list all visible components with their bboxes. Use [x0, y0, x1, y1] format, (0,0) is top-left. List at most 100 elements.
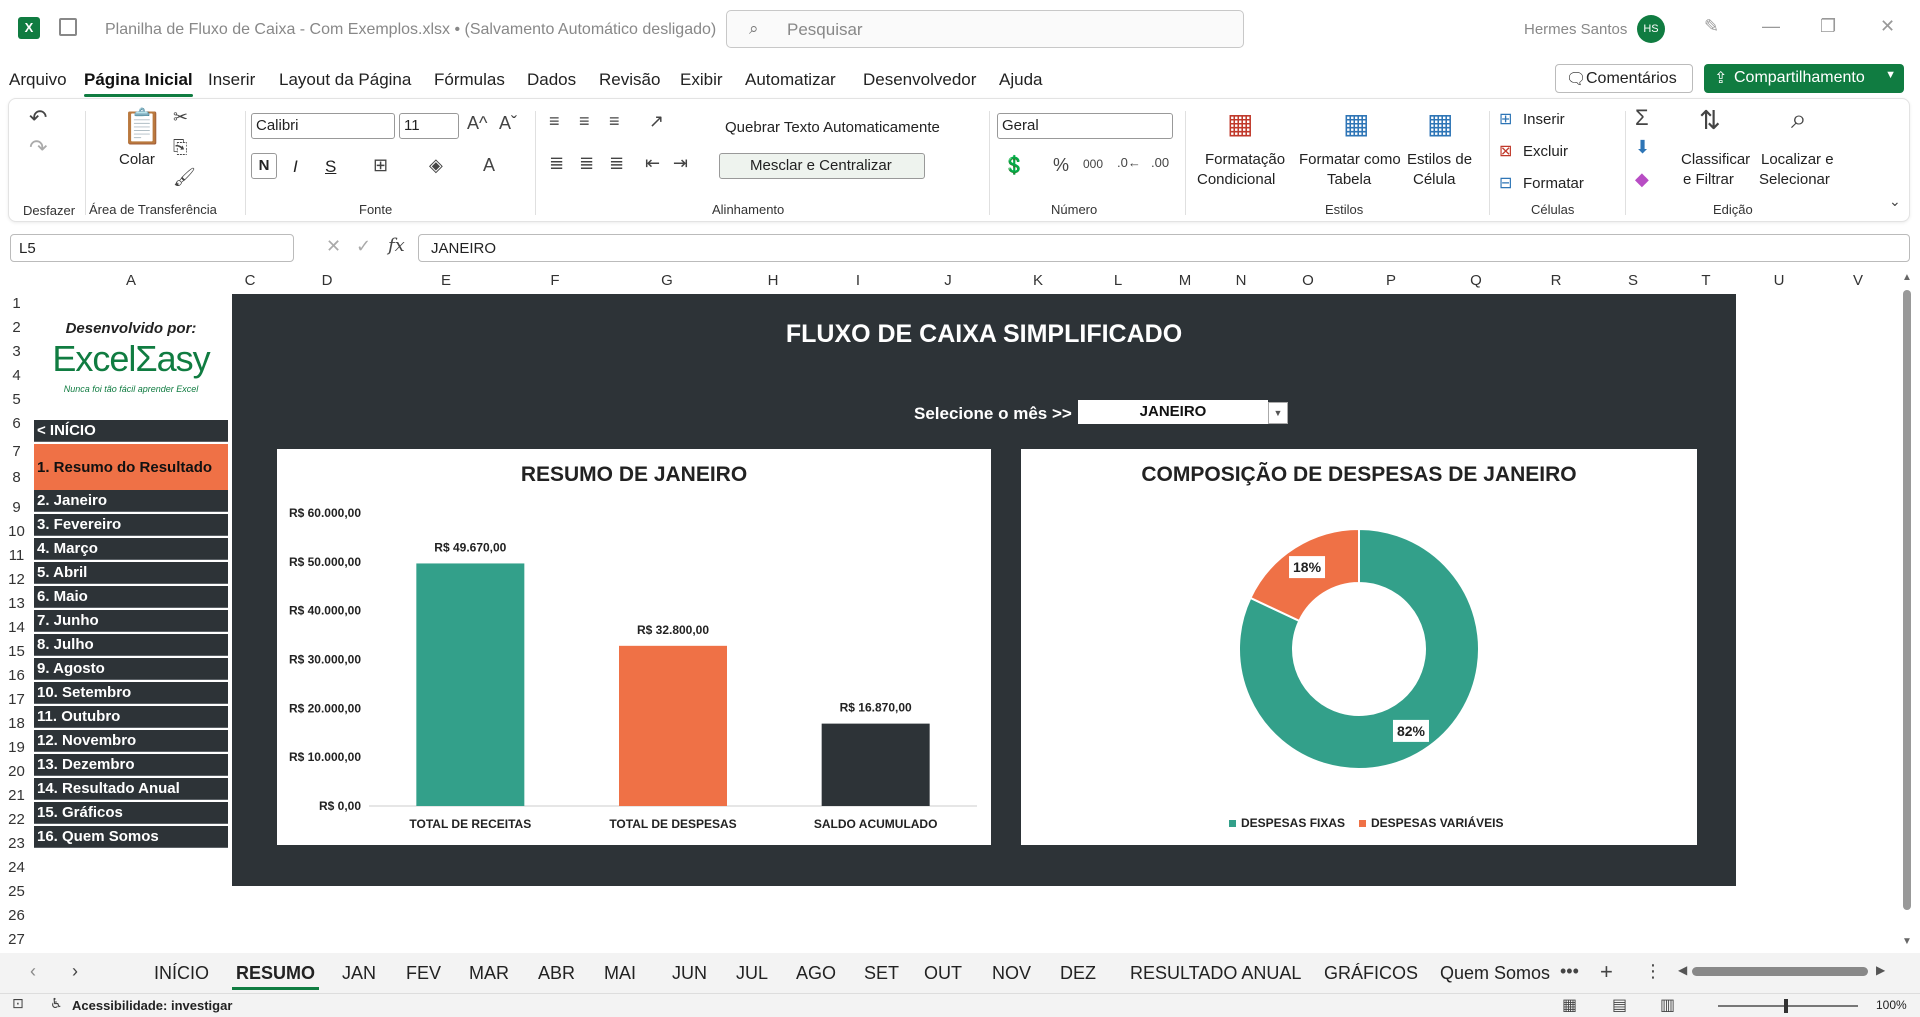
comments-button[interactable]: 🗨 Comentários — [1555, 64, 1693, 93]
sheet-tab[interactable]: GRÁFICOS — [1324, 963, 1418, 984]
sheet-tab[interactable]: FEV — [406, 963, 441, 984]
column-header[interactable]: T — [1672, 270, 1740, 292]
nav-item-13[interactable]: 13. Dezembro — [34, 754, 228, 776]
column-header[interactable]: G — [604, 270, 730, 292]
ribbon-collapse-icon[interactable]: ⌄ — [1889, 193, 1901, 210]
bar[interactable] — [619, 645, 727, 806]
menu-desenvolvedor[interactable]: Desenvolvedor — [863, 70, 976, 90]
formula-input[interactable]: JANEIRO — [418, 234, 1910, 262]
sort-filter-icon[interactable]: ⇅ — [1699, 105, 1721, 136]
sheet-tab[interactable]: MAI — [604, 963, 636, 984]
italic-button[interactable]: I — [293, 157, 298, 177]
column-header[interactable]: O — [1268, 270, 1348, 292]
share-button[interactable]: ⇪ Compartilhamento ▼ — [1704, 64, 1904, 93]
add-sheet-icon[interactable]: + — [1600, 959, 1613, 985]
menu-dados[interactable]: Dados — [527, 70, 576, 90]
clear-icon[interactable]: ◆ — [1635, 169, 1649, 190]
page-break-icon[interactable]: ▥ — [1660, 995, 1675, 1015]
currency-icon[interactable]: 💲 — [1003, 155, 1025, 176]
decrease-indent-icon[interactable]: ⇤ — [645, 153, 660, 174]
nav-item-8[interactable]: 8. Julho — [34, 634, 228, 656]
row-header[interactable]: 14 — [0, 616, 33, 640]
row-header[interactable]: 22 — [0, 808, 33, 832]
row-header[interactable]: 15 — [0, 640, 33, 664]
format-cells-icon[interactable]: ⊟ — [1499, 173, 1512, 193]
find-icon[interactable]: ⌕ — [1791, 103, 1807, 136]
column-header[interactable]: J — [900, 270, 996, 292]
nav-item-11[interactable]: 11. Outubro — [34, 706, 228, 728]
bar[interactable] — [416, 563, 525, 806]
nav-item-2[interactable]: 2. Janeiro — [34, 490, 228, 512]
document-title[interactable]: Planilha de Fluxo de Caixa - Com Exemplo… — [105, 21, 716, 39]
find-select-line2[interactable]: Selecionar — [1759, 171, 1830, 188]
autosum-icon[interactable]: Σ — [1635, 105, 1649, 131]
find-select-line1[interactable]: Localizar e — [1761, 151, 1834, 168]
nav-item-inicio[interactable]: < INÍCIO — [34, 420, 228, 442]
row-header[interactable]: 11 — [0, 544, 33, 568]
sheet-tab[interactable]: JUN — [672, 963, 707, 984]
fill-icon[interactable]: ⬇ — [1635, 137, 1650, 158]
paste-icon[interactable]: 📋 — [121, 107, 163, 147]
align-bottom-icon[interactable]: ≡ — [609, 111, 620, 132]
align-middle-icon[interactable]: ≡ — [579, 111, 590, 132]
nav-item-15[interactable]: 15. Gráficos — [34, 802, 228, 824]
sheet-tab[interactable]: ABR — [538, 963, 575, 984]
worksheet[interactable]: ACDEFGHIJKLMNOPQRSTUV 1 2 3 4 5 6 7 8 9 10 11 12 13 1… — [0, 270, 1920, 953]
wrap-text-button[interactable]: Quebrar Texto Automaticamente — [725, 119, 940, 136]
shrink-font-icon[interactable]: Aˇ — [499, 113, 517, 134]
font-color-icon[interactable]: A — [483, 155, 495, 176]
bar[interactable] — [821, 723, 930, 806]
menu-ajuda[interactable]: Ajuda — [999, 70, 1042, 90]
format-table-icon[interactable]: ▦ — [1343, 107, 1369, 140]
font-size-select[interactable]: 11 — [399, 113, 459, 139]
row-header[interactable]: 1 — [0, 292, 33, 316]
nav-item-10[interactable]: 10. Setembro — [34, 682, 228, 704]
sort-filter-line1[interactable]: Classificar — [1681, 151, 1750, 168]
row-header[interactable]: 19 — [0, 736, 33, 760]
macro-icon[interactable]: ⊡ — [12, 995, 24, 1012]
enter-icon[interactable]: ✓ — [356, 236, 371, 257]
orientation-icon[interactable]: ↗ — [649, 111, 664, 132]
vertical-scrollbar[interactable]: ▲ ▼ — [1900, 272, 1914, 952]
accessibility-status[interactable]: Acessibilidade: investigar — [72, 998, 232, 1013]
row-header[interactable]: 4 — [0, 364, 33, 388]
number-format-select[interactable]: Geral — [997, 113, 1173, 139]
percent-icon[interactable]: % — [1053, 155, 1069, 176]
sheet-tab[interactable]: RESUMO — [231, 963, 320, 990]
cell-styles-line2[interactable]: Célula — [1413, 171, 1456, 188]
row-header[interactable]: 21 — [0, 784, 33, 808]
row-header[interactable]: 7 — [0, 440, 33, 464]
nav-item-9[interactable]: 9. Agosto — [34, 658, 228, 680]
column-header[interactable]: H — [730, 270, 816, 292]
menu-layout[interactable]: Layout da Página — [279, 70, 411, 90]
save-icon[interactable] — [59, 18, 77, 36]
sheet-tab[interactable]: OUT — [924, 963, 962, 984]
redo-icon[interactable]: ↷ — [29, 135, 47, 161]
sort-filter-line2[interactable]: e Filtrar — [1683, 171, 1734, 188]
conditional-format-icon[interactable]: ▦ — [1227, 107, 1253, 140]
merge-center-button[interactable]: Mesclar e Centralizar — [719, 153, 925, 179]
column-header[interactable]: I — [816, 270, 900, 292]
minimize-icon[interactable]: — — [1762, 16, 1780, 37]
row-header[interactable]: 16 — [0, 664, 33, 688]
sheet-tab[interactable]: JAN — [342, 963, 376, 984]
increase-decimal-icon[interactable]: .0← — [1117, 155, 1141, 170]
decrease-decimal-icon[interactable]: .00 — [1151, 155, 1169, 170]
column-header[interactable]: C — [232, 270, 268, 292]
column-header[interactable]: Q — [1434, 270, 1518, 292]
cancel-icon[interactable]: ✕ — [326, 236, 341, 257]
zoom-slider[interactable] — [1718, 999, 1858, 1013]
restore-icon[interactable]: ❐ — [1820, 16, 1836, 37]
align-right-icon[interactable]: ≣ — [609, 153, 624, 174]
column-header[interactable]: N — [1214, 270, 1268, 292]
row-header[interactable]: 13 — [0, 592, 33, 616]
column-header[interactable]: U — [1740, 270, 1818, 292]
font-name-select[interactable]: Calibri — [251, 113, 395, 139]
column-header[interactable]: S — [1594, 270, 1672, 292]
borders-icon[interactable]: ⊞ — [373, 155, 388, 176]
menu-automatizar[interactable]: Automatizar — [745, 70, 836, 90]
row-header[interactable]: 3 — [0, 340, 33, 364]
menu-arquivo[interactable]: Arquivo — [9, 70, 67, 90]
row-header[interactable]: 23 — [0, 832, 33, 856]
function-icon[interactable]: fx — [388, 235, 405, 256]
